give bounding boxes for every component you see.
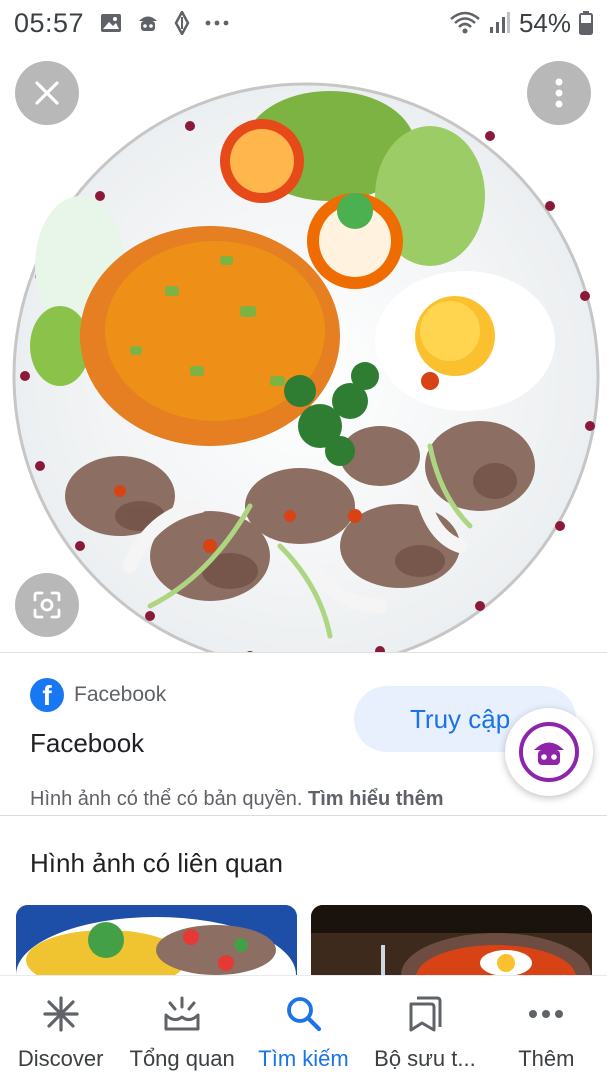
close-button[interactable] [15, 61, 79, 125]
wifi-icon [450, 11, 480, 34]
image-preview[interactable] [0, 46, 607, 653]
nav-label: Bộ sưu t... [374, 1046, 476, 1071]
related-image-thumbnail[interactable] [16, 905, 297, 980]
more-notifications-icon [205, 20, 229, 26]
floating-app-button[interactable] [505, 708, 593, 796]
system-icons: 54% [449, 8, 593, 39]
fab-ring [519, 722, 579, 782]
related-food-image [16, 905, 297, 980]
more-vert-icon [555, 78, 563, 108]
facebook-logo-icon: f [30, 678, 64, 712]
nav-label: Tìm kiếm [258, 1046, 349, 1071]
nav-label: Thêm [518, 1046, 575, 1071]
diamond-icon [174, 11, 190, 35]
updates-icon [162, 994, 202, 1034]
bottom-navigation: Discover Tổng quan Tìm kiếm Bộ sưu t... [0, 975, 607, 1080]
battery-icon [579, 11, 593, 35]
lens-button[interactable] [15, 573, 79, 637]
app-mascot-icon [534, 742, 564, 765]
gallery-icon [101, 14, 122, 32]
lens-icon [33, 591, 61, 619]
signal-icon [489, 12, 510, 33]
battery-percent: 54% [518, 7, 571, 38]
related-food-image [311, 905, 592, 980]
app-mascot-icon [139, 16, 158, 31]
status-bar: 05:57 54% [0, 0, 607, 46]
related-image-thumbnail[interactable] [311, 905, 592, 980]
nav-updates[interactable]: Tổng quan [121, 976, 242, 1080]
related-images-heading: Hình ảnh có liên quan [30, 848, 283, 878]
more-options-button[interactable] [527, 61, 591, 125]
source-page-title[interactable]: Facebook [30, 728, 144, 759]
nav-label: Tổng quan [129, 1046, 235, 1071]
nav-more[interactable]: Thêm [486, 976, 607, 1080]
copyright-notice: Hình ảnh có thể có bản quyền. Tìm hiểu t… [30, 788, 444, 811]
nav-collections[interactable]: Bộ sưu t... [364, 976, 485, 1080]
collections-icon [405, 994, 445, 1034]
source-site-name: Facebook [74, 683, 167, 706]
food-image [12, 82, 600, 652]
notification-icons [100, 11, 230, 35]
nav-discover[interactable]: Discover [0, 976, 121, 1080]
asterisk-icon [41, 994, 81, 1034]
image-source-panel: f Facebook Facebook Truy cập Hình ảnh có… [0, 660, 607, 815]
copyright-text: Hình ảnh có thể có bản quyền. [30, 788, 303, 810]
source-site[interactable]: f Facebook [30, 678, 166, 712]
status-time: 05:57 [14, 7, 85, 38]
learn-more-link[interactable]: Tìm hiểu thêm [308, 788, 444, 810]
nav-search[interactable]: Tìm kiếm [243, 976, 364, 1080]
search-icon [284, 994, 324, 1034]
close-icon [35, 81, 59, 105]
more-horiz-icon [526, 994, 566, 1034]
section-divider [0, 815, 607, 816]
nav-label: Discover [17, 1046, 104, 1071]
